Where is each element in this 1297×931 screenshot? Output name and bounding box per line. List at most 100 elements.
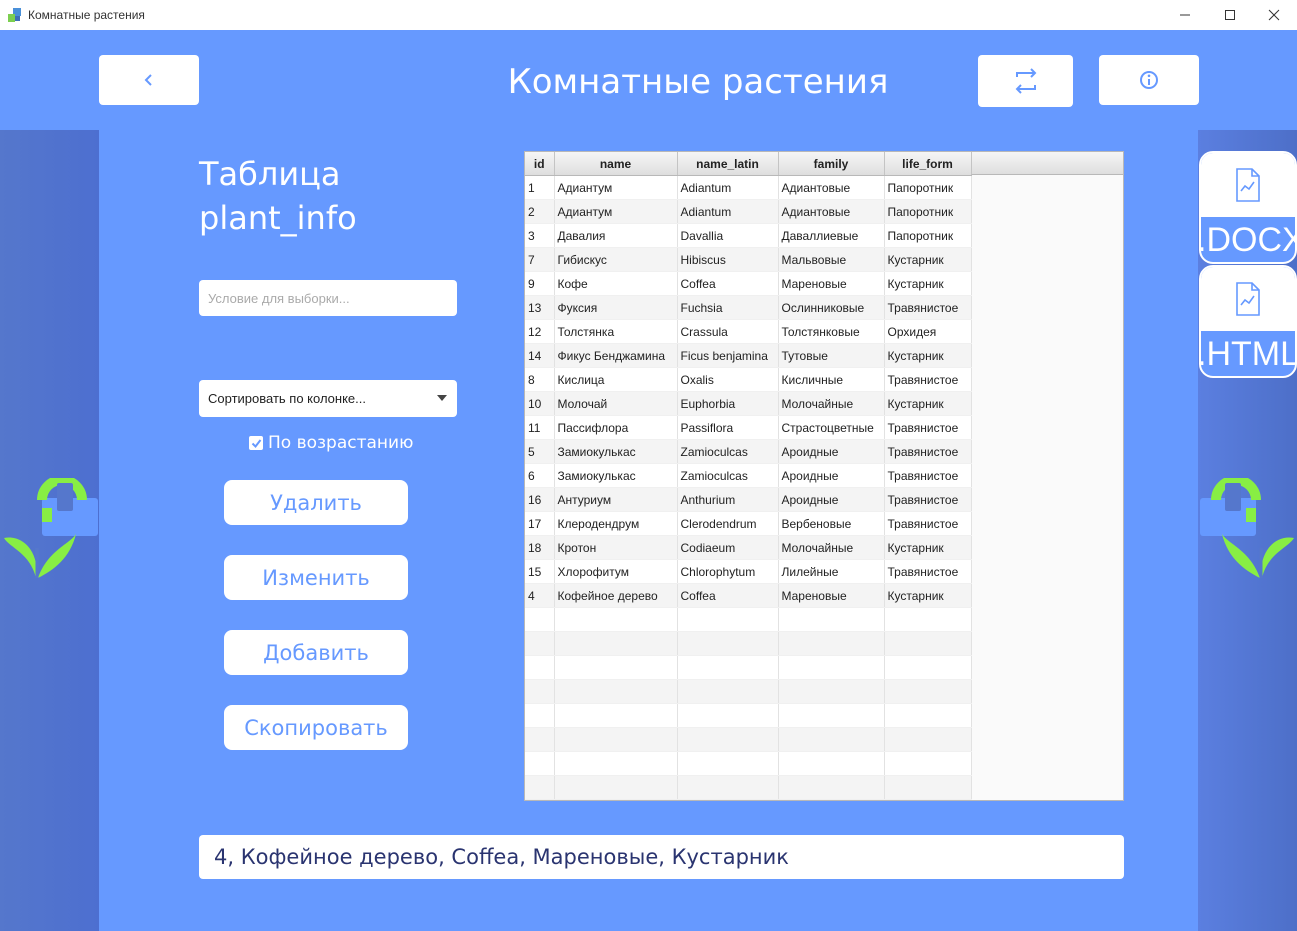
table-row-empty[interactable] (525, 775, 972, 800)
table-row[interactable]: 18 Кротон Codiaeum Молочайные Кустарник (525, 535, 972, 560)
table-row[interactable]: 14 Фикус Бенджамина Ficus benjamina Тутовые… (525, 343, 972, 368)
cell-life-form: Кустарник (884, 583, 972, 608)
cell-life-form: Кустарник (884, 391, 972, 416)
cell-family: Адиантовые (778, 199, 885, 224)
plant-info-table[interactable]: id name name_latin family life_form 1 Ади… (524, 151, 1124, 801)
cell-family: Ослинниковые (778, 295, 885, 320)
table-row-empty[interactable] (525, 727, 972, 752)
cell-name-latin (677, 631, 779, 656)
cell-life-form (884, 655, 972, 680)
ascending-checkbox[interactable]: По возрастанию (249, 433, 413, 453)
export-docx-button[interactable]: .DOCX (1199, 151, 1297, 264)
table-row[interactable]: 13 Фуксия Fuchsia Ослинниковые Травянистое (525, 295, 972, 320)
cell-name-latin (677, 655, 779, 680)
cell-life-form: Папоротник (884, 175, 972, 200)
close-button[interactable] (1251, 0, 1297, 30)
cell-id: 7 (525, 247, 555, 272)
minimize-button[interactable] (1162, 0, 1208, 30)
cell-name-latin: Zamioculcas (677, 439, 779, 464)
app-header: Комнатные растения (0, 30, 1297, 130)
delete-button[interactable]: Удалить (224, 480, 408, 525)
filter-condition-input[interactable] (199, 280, 457, 316)
export-html-button[interactable]: .HTML (1199, 265, 1297, 378)
cell-family (778, 631, 885, 656)
plant-decoration-left (4, 478, 98, 578)
app-heading: Комнатные растения (507, 62, 889, 102)
cell-id: 14 (525, 343, 555, 368)
info-button[interactable] (1099, 55, 1199, 105)
table-row-empty[interactable] (525, 655, 972, 680)
table-row[interactable]: 9 Кофе Coffea Мареновые Кустарник (525, 271, 972, 296)
back-button[interactable] (99, 55, 199, 105)
column-header-name[interactable]: name (554, 152, 678, 176)
table-row-empty[interactable] (525, 607, 972, 632)
table-row[interactable]: 8 Кислица Oxalis Кисличные Травянистое (525, 367, 972, 392)
cell-name: Замиокулькас (554, 439, 678, 464)
cell-name-latin: Hibiscus (677, 247, 779, 272)
table-row[interactable]: 10 Молочай Euphorbia Молочайные Кустарник (525, 391, 972, 416)
cell-name-latin: Codiaeum (677, 535, 779, 560)
table-row[interactable]: 3 Давалия Davallia Даваллиевые Папоротник (525, 223, 972, 248)
cell-family: Даваллиевые (778, 223, 885, 248)
cell-family (778, 775, 885, 800)
column-header-life-form[interactable]: life_form (884, 152, 972, 176)
column-header-name-latin[interactable]: name_latin (677, 152, 779, 176)
export-docx-label: .DOCX (1199, 221, 1297, 259)
table-row-empty[interactable] (525, 679, 972, 704)
cell-life-form: Кустарник (884, 271, 972, 296)
cell-name: Адиантум (554, 175, 678, 200)
column-header-family[interactable]: family (778, 152, 885, 176)
table-row[interactable]: 12 Толстянка Crassula Толстянковые Орхидея (525, 319, 972, 344)
cell-life-form (884, 775, 972, 800)
selected-record-display: 4, Кофейное дерево, Coffea, Мареновые, К… (199, 835, 1124, 879)
table-row[interactable]: 16 Антуриум Anthurium Ароидные Травянистое (525, 487, 972, 512)
add-button[interactable]: Добавить (224, 630, 408, 675)
cell-life-form: Кустарник (884, 535, 972, 560)
cell-name: Замиокулькас (554, 463, 678, 488)
plant-decoration-right (1200, 478, 1294, 578)
cell-name-latin: Fuchsia (677, 295, 779, 320)
cell-family: Тутовые (778, 343, 885, 368)
cell-name-latin (677, 607, 779, 632)
cell-life-form (884, 679, 972, 704)
sort-column-select[interactable]: Сортировать по колонке... (199, 380, 457, 417)
table-row[interactable]: 2 Адиантум Adiantum Адиантовые Папоротник (525, 199, 972, 224)
cell-name-latin (677, 727, 779, 752)
export-html-label: .HTML (1199, 335, 1297, 373)
cell-id (525, 703, 555, 728)
swap-arrows-icon (1015, 68, 1036, 94)
cell-life-form: Папоротник (884, 223, 972, 248)
table-row[interactable]: 4 Кофейное дерево Coffea Мареновые Кустарник (525, 583, 972, 608)
cell-family: Молочайные (778, 535, 885, 560)
maximize-button[interactable] (1207, 0, 1253, 30)
table-row-empty[interactable] (525, 751, 972, 776)
column-header-id[interactable]: id (525, 152, 555, 176)
cell-life-form: Травянистое (884, 559, 972, 584)
cell-family (778, 751, 885, 776)
edit-button[interactable]: Изменить (224, 555, 408, 600)
cell-family (778, 679, 885, 704)
cell-id: 18 (525, 535, 555, 560)
table-row[interactable]: 15 Хлорофитум Chlorophytum Лилейные Травянис… (525, 559, 972, 584)
document-chart-icon (1236, 168, 1260, 202)
copy-button[interactable]: Скопировать (224, 705, 408, 750)
table-row[interactable]: 7 Гибискус Hibiscus Мальвовые Кустарник (525, 247, 972, 272)
table-row[interactable]: 5 Замиокулькас Zamioculcas Ароидные Травянис… (525, 439, 972, 464)
cell-id: 2 (525, 199, 555, 224)
table-row[interactable]: 1 Адиантум Adiantum Адиантовые Папоротник (525, 175, 972, 200)
cell-id (525, 631, 555, 656)
cell-name (554, 679, 678, 704)
cell-id (525, 655, 555, 680)
cell-family (778, 655, 885, 680)
cell-id: 4 (525, 583, 555, 608)
table-row[interactable]: 11 Пассифлора Passiflora Страстоцветные Трав… (525, 415, 972, 440)
cell-id: 15 (525, 559, 555, 584)
cell-id (525, 775, 555, 800)
table-row[interactable]: 17 Клеродендрум Clerodendrum Вербеновые Трав… (525, 511, 972, 536)
table-row-empty[interactable] (525, 703, 972, 728)
table-row[interactable]: 6 Замиокулькас Zamioculcas Ароидные Травянис… (525, 463, 972, 488)
table-row-empty[interactable] (525, 631, 972, 656)
cell-life-form: Кустарник (884, 343, 972, 368)
swap-button[interactable] (978, 55, 1073, 107)
cell-name-latin: Coffea (677, 271, 779, 296)
